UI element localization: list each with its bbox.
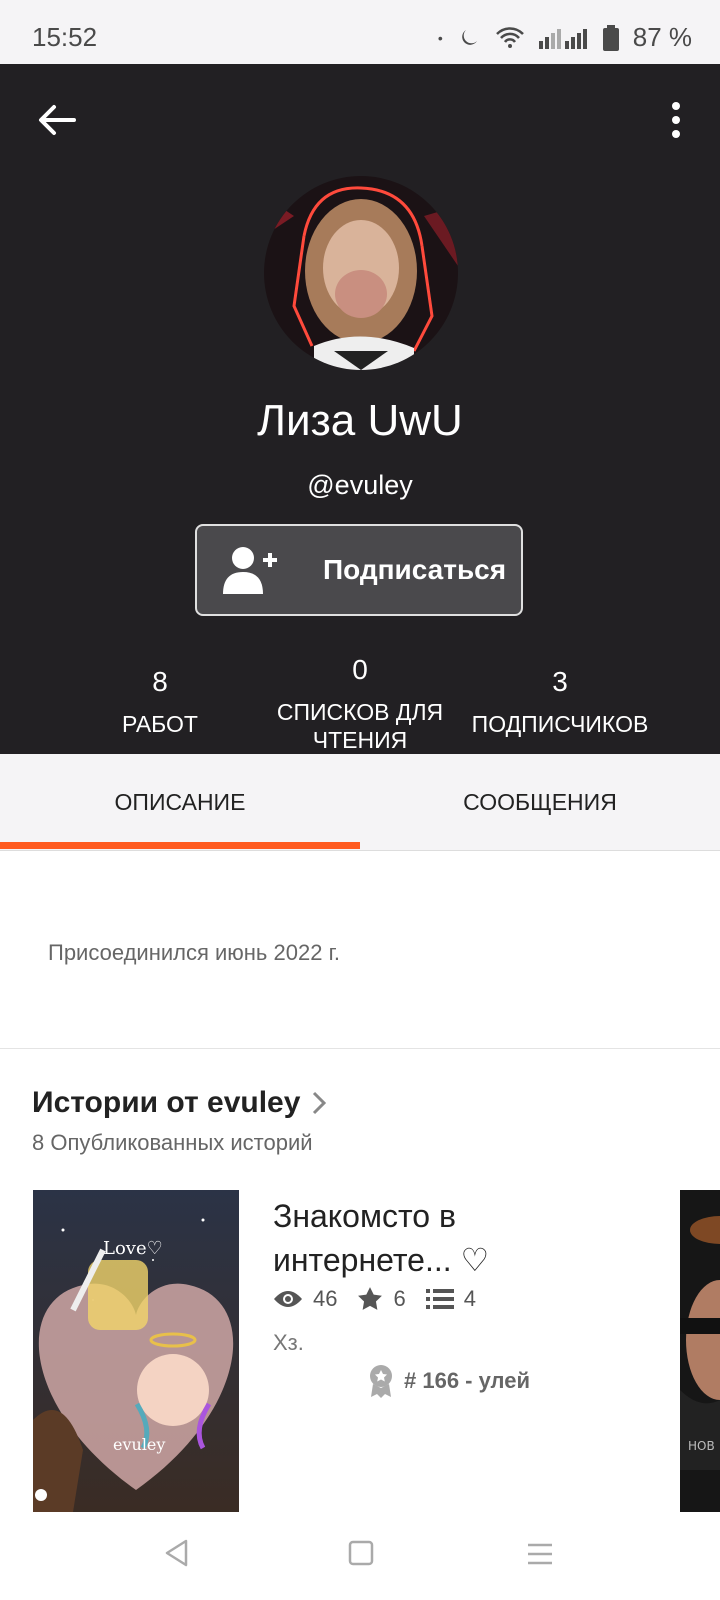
tab-messages[interactable]: СООБЩЕНИЯ bbox=[360, 754, 720, 850]
follow-button-label: Подписаться bbox=[323, 554, 507, 585]
stories-count: 8 Опубликованных историй bbox=[32, 1130, 313, 1155]
stat-followers-label: ПОДПИСЧИКОВ bbox=[471, 711, 649, 737]
avatar[interactable] bbox=[264, 176, 458, 370]
next-story-cover[interactable]: НОВ bbox=[680, 1190, 720, 1512]
more-options-icon[interactable] bbox=[666, 100, 686, 140]
display-name: Лиза UwU bbox=[257, 396, 463, 445]
battery-percent: 87 % bbox=[632, 22, 692, 52]
status-time: 15:52 bbox=[32, 22, 98, 52]
next-story-cover-image: НОВ bbox=[680, 1190, 720, 1512]
status-icons: • 87 % bbox=[438, 22, 692, 53]
cover-author-text: evuley bbox=[113, 1435, 165, 1454]
avatar-image bbox=[264, 176, 458, 370]
profile-header: Лиза UwU @evuley Подписаться 8 РАБОТ 0 С… bbox=[0, 64, 720, 754]
tab-about[interactable]: ОПИСАНИЕ bbox=[0, 754, 360, 850]
stat-followers-value: 3 bbox=[552, 666, 568, 697]
eye-icon bbox=[274, 1291, 302, 1307]
profile-stats: 8 РАБОТ 0 СПИСКОВ ДЛЯ ЧТЕНИЯ 3 ПОДПИСЧИК… bbox=[0, 654, 720, 754]
stat-reading-lists-value: 0 bbox=[352, 654, 368, 685]
views-count: 46 bbox=[313, 1286, 338, 1311]
star-icon bbox=[358, 1287, 383, 1310]
next-story-peek-text: НОВ bbox=[688, 1439, 715, 1453]
stories-section-title[interactable]: Истории от evuley bbox=[32, 1086, 327, 1120]
follow-button[interactable]: Подписаться bbox=[195, 524, 523, 616]
story-rank[interactable]: # 166 - улей bbox=[368, 1364, 530, 1398]
stat-works[interactable]: 8 РАБОТ bbox=[90, 666, 230, 738]
back-arrow-icon[interactable] bbox=[34, 98, 78, 142]
dot-icon: • bbox=[437, 29, 443, 46]
story-description: Хз. bbox=[273, 1330, 304, 1355]
status-bar: 15:52 • 87 % bbox=[0, 0, 720, 64]
nav-recents-icon[interactable] bbox=[526, 1542, 554, 1566]
stat-works-value: 8 bbox=[152, 666, 168, 697]
chevron-right-icon bbox=[313, 1091, 327, 1115]
stat-followers[interactable]: 3 ПОДПИСЧИКОВ bbox=[460, 666, 660, 738]
active-tab-indicator bbox=[0, 842, 360, 849]
system-navigation-bar bbox=[0, 1520, 720, 1600]
story-stats: 46 6 4 bbox=[273, 1286, 476, 1312]
do-not-disturb-icon bbox=[461, 29, 477, 45]
nav-home-icon[interactable] bbox=[348, 1540, 374, 1566]
ribbon-badge-icon bbox=[370, 1365, 392, 1398]
stat-works-label: РАБОТ bbox=[122, 711, 198, 737]
cover-love-text: Love♡ bbox=[103, 1238, 163, 1259]
list-icon bbox=[425, 1289, 454, 1309]
nav-back-icon[interactable] bbox=[162, 1538, 192, 1568]
profile-tabs: ОПИСАНИЕ СООБЩЕНИЯ bbox=[0, 754, 720, 851]
signal-icon bbox=[538, 28, 587, 49]
joined-date: Присоединился июнь 2022 г. bbox=[48, 940, 341, 965]
wifi-icon bbox=[495, 26, 524, 48]
story-title[interactable]: Знакомсто в интернете... ♡ bbox=[273, 1194, 533, 1282]
stories-section-title-text: Истории от evuley bbox=[32, 1086, 301, 1119]
username: @evuley bbox=[307, 470, 413, 500]
stat-reading-lists[interactable]: 0 СПИСКОВ ДЛЯ ЧТЕНИЯ bbox=[260, 654, 460, 754]
votes-count: 6 bbox=[393, 1286, 406, 1311]
add-user-icon bbox=[223, 547, 277, 594]
story-cover[interactable]: Love♡ evuley bbox=[33, 1190, 239, 1512]
stat-reading-lists-label: СПИСКОВ ДЛЯ ЧТЕНИЯ bbox=[276, 699, 444, 753]
parts-count: 4 bbox=[463, 1286, 476, 1311]
story-cover-image: Love♡ evuley bbox=[33, 1190, 239, 1512]
section-divider bbox=[0, 1048, 720, 1049]
rank-text: # 166 - улей bbox=[404, 1368, 530, 1393]
battery-icon bbox=[602, 24, 619, 51]
